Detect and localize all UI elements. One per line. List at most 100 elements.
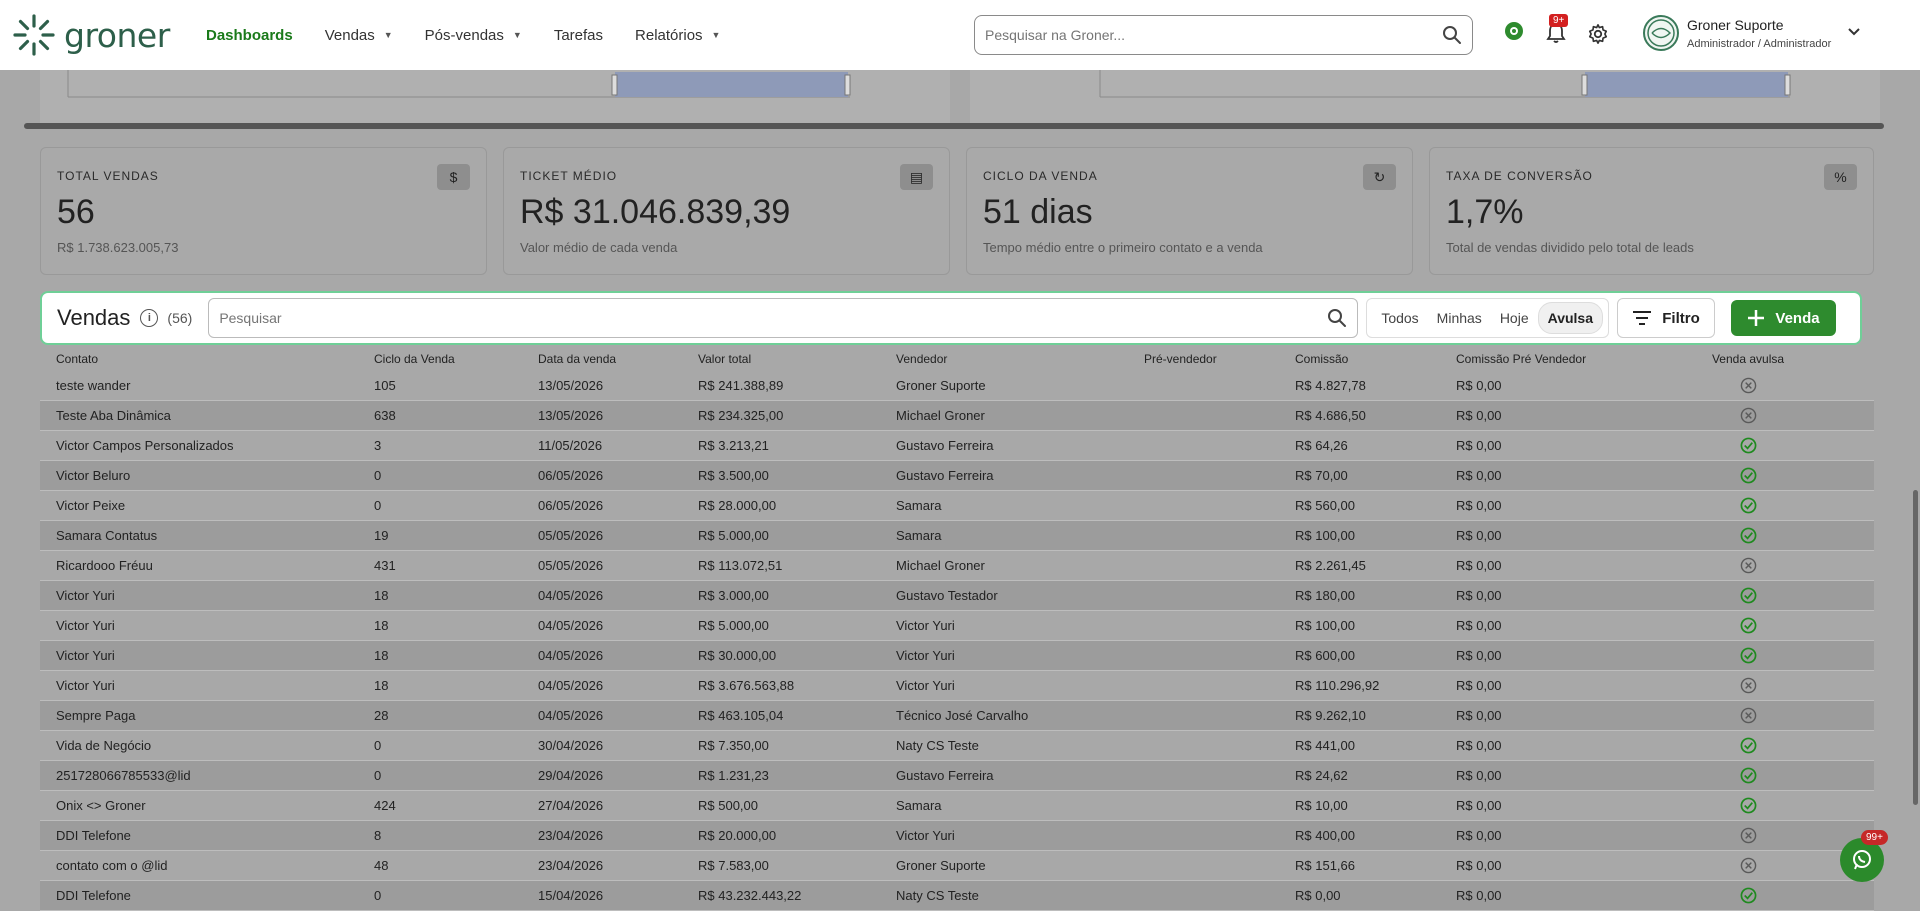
column-header[interactable]: Vendedor xyxy=(896,352,1144,366)
cell-com_pre: R$ 0,00 xyxy=(1456,438,1502,453)
kpi-subtitle: Valor médio de cada venda xyxy=(520,240,678,255)
new-sale-button[interactable]: Venda xyxy=(1731,300,1836,336)
global-search[interactable] xyxy=(974,15,1473,55)
column-header[interactable]: Contato xyxy=(40,352,374,366)
cell-vendedor: Naty CS Teste xyxy=(896,738,979,753)
cell-comissao: R$ 2.261,45 xyxy=(1295,558,1366,573)
cell-comissao: R$ 151,66 xyxy=(1295,858,1355,873)
table-row[interactable]: DDI Telefone 0 15/04/2026 R$ 43.232.443,22 N… xyxy=(40,881,1874,911)
cell-comissao: R$ 100,00 xyxy=(1295,528,1355,543)
cell-valor: R$ 43.232.443,22 xyxy=(698,888,802,903)
global-search-input[interactable] xyxy=(985,27,1432,43)
cell-comissao: R$ 100,00 xyxy=(1295,618,1355,633)
caret-down-icon: ▼ xyxy=(512,30,522,40)
cell-valor: R$ 3.500,00 xyxy=(698,468,769,483)
range-slider-left[interactable] xyxy=(40,70,950,126)
nav-item-3[interactable]: Tarefas xyxy=(554,27,603,44)
chart-panel-left xyxy=(40,70,950,126)
cycle-icon: ↻ xyxy=(1363,164,1396,190)
groner-logo[interactable]: groner xyxy=(12,13,190,57)
cell-contato: Vida de Negócio xyxy=(56,738,152,753)
cell-valor: R$ 234.325,00 xyxy=(698,408,784,423)
kpi-title: TICKET MÉDIO xyxy=(520,169,618,183)
cell-comissao: R$ 4.827,78 xyxy=(1295,378,1366,393)
user-menu[interactable]: Groner Suporte Administrador / Administr… xyxy=(1643,15,1861,51)
cell-valor: R$ 20.000,00 xyxy=(698,828,777,843)
horizontal-scrollbar[interactable] xyxy=(24,123,1884,129)
column-header[interactable]: Comissão Pré Vendedor xyxy=(1456,352,1693,366)
column-header[interactable]: Valor total xyxy=(698,352,896,366)
avatar xyxy=(1643,15,1679,51)
sales-search[interactable] xyxy=(208,298,1359,338)
filter-tab-hoje[interactable]: Hoje xyxy=(1491,303,1538,333)
table-row[interactable]: Onix <> Groner 424 27/04/2026 R$ 500,00 Sama… xyxy=(40,791,1874,821)
nav-item-label: Dashboards xyxy=(206,26,293,44)
info-icon[interactable]: i xyxy=(140,309,159,327)
cell-comissao: R$ 4.686,50 xyxy=(1295,408,1366,423)
check-circle-icon xyxy=(1693,437,1803,454)
cell-valor: R$ 500,00 xyxy=(698,798,758,813)
cell-com_pre: R$ 0,00 xyxy=(1456,588,1502,603)
table-row[interactable]: contato com o @lid 48 23/04/2026 R$ 7.583,0… xyxy=(40,851,1874,881)
column-header[interactable]: Ciclo da Venda xyxy=(374,352,538,366)
column-header[interactable]: Data da venda xyxy=(538,352,698,366)
kpi-value: R$ 31.046.839,39 xyxy=(520,193,791,231)
kpi-value: 56 xyxy=(57,193,95,231)
cell-valor: R$ 5.000,00 xyxy=(698,528,769,543)
cell-ciclo: 431 xyxy=(374,558,396,573)
cell-contato: DDI Telefone xyxy=(56,888,131,903)
column-header[interactable]: Comissão xyxy=(1295,352,1456,366)
table-row[interactable]: Vida de Negócio 0 30/04/2026 R$ 7.350,00 Nat… xyxy=(40,731,1874,761)
x-circle-icon xyxy=(1693,857,1803,874)
cell-valor: R$ 3.213,21 xyxy=(698,438,769,453)
filter-button[interactable]: Filtro xyxy=(1617,298,1715,338)
search-icon[interactable] xyxy=(1317,308,1357,328)
sales-filter-tabs: Todos Minhas Hoje Avulsa xyxy=(1366,298,1609,338)
chevron-down-icon[interactable] xyxy=(1847,24,1861,42)
table-row[interactable]: Teste Aba Dinâmica 638 13/05/2026 R$ 234.32… xyxy=(40,401,1874,431)
cell-ciclo: 105 xyxy=(374,378,396,393)
nav-item-0[interactable]: Dashboards xyxy=(206,27,293,44)
table-row[interactable]: Victor Beluro 0 06/05/2026 R$ 3.500,00 Gusta… xyxy=(40,461,1874,491)
cell-com_pre: R$ 0,00 xyxy=(1456,468,1502,483)
chat-status-icon[interactable] xyxy=(1503,20,1525,47)
filter-tab-avulsa[interactable]: Avulsa xyxy=(1537,302,1603,334)
cell-valor: R$ 3.000,00 xyxy=(698,588,769,603)
range-slider-right[interactable] xyxy=(970,70,1880,126)
x-circle-icon xyxy=(1693,407,1803,424)
table-row[interactable]: Ricardooo Fréuu 431 05/05/2026 R$ 113.072,5… xyxy=(40,551,1874,581)
filter-tab-todos[interactable]: Todos xyxy=(1372,303,1427,333)
kpi-title: TAXA DE CONVERSÃO xyxy=(1446,169,1593,183)
column-header[interactable]: Pré-vendedor xyxy=(1144,352,1295,366)
cell-contato: Victor Campos Personalizados xyxy=(56,438,234,453)
table-row[interactable]: Victor Campos Personalizados 3 11/05/2026 R… xyxy=(40,431,1874,461)
sales-title: Vendas xyxy=(57,305,131,330)
nav-item-2[interactable]: Pós-vendas ▼ xyxy=(425,27,522,44)
nav-item-1[interactable]: Vendas ▼ xyxy=(325,27,393,44)
chart-panel-right xyxy=(970,70,1880,126)
table-row[interactable]: Sempre Paga 28 04/05/2026 R$ 463.105,04 Técn… xyxy=(40,701,1874,731)
sales-search-input[interactable] xyxy=(219,310,1318,326)
table-row[interactable]: teste wander 105 13/05/2026 R$ 241.388,89 Gr… xyxy=(40,371,1874,401)
table-row[interactable]: Samara Contatus 19 05/05/2026 R$ 5.000,00 Sa… xyxy=(40,521,1874,551)
vertical-scrollbar[interactable] xyxy=(1913,490,1918,805)
table-row[interactable]: DDI Telefone 8 23/04/2026 R$ 20.000,00 Victo… xyxy=(40,821,1874,851)
cell-data: 06/05/2026 xyxy=(538,468,604,483)
column-header[interactable]: Venda avulsa xyxy=(1693,352,1803,366)
search-icon[interactable] xyxy=(1432,16,1472,54)
cell-vendedor: Gustavo Ferreira xyxy=(896,768,994,783)
cell-com_pre: R$ 0,00 xyxy=(1456,768,1502,783)
table-row[interactable]: 251728066785533@lid 0 29/04/2026 R$ 1.231,2… xyxy=(40,761,1874,791)
table-row[interactable]: Victor Yuri 18 04/05/2026 R$ 3.676.563,88 Vi… xyxy=(40,671,1874,701)
table-row[interactable]: Victor Yuri 18 04/05/2026 R$ 5.000,00 Victor… xyxy=(40,611,1874,641)
nav-item-4[interactable]: Relatórios ▼ xyxy=(635,27,720,44)
cell-ciclo: 28 xyxy=(374,708,389,723)
cell-vendedor: Técnico José Carvalho xyxy=(896,708,1029,723)
table-row[interactable]: Victor Yuri 18 04/05/2026 R$ 30.000,00 Victo… xyxy=(40,641,1874,671)
table-row[interactable]: Victor Yuri 18 04/05/2026 R$ 3.000,00 Gustav… xyxy=(40,581,1874,611)
filter-label: Filtro xyxy=(1662,309,1700,327)
filter-tab-minhas[interactable]: Minhas xyxy=(1428,303,1491,333)
sales-table: Contato Ciclo da Venda Data da venda Valor … xyxy=(40,346,1874,911)
gear-icon[interactable] xyxy=(1587,23,1609,50)
table-row[interactable]: Victor Peixe 0 06/05/2026 R$ 28.000,00 Samar… xyxy=(40,491,1874,521)
